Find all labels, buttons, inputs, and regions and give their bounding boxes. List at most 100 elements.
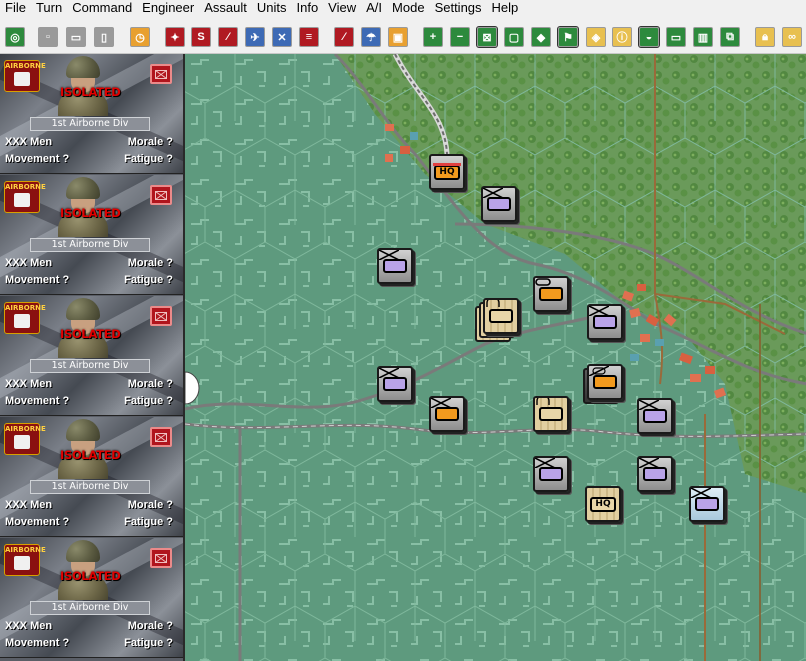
mail-icon[interactable]: [150, 64, 172, 84]
menu-help[interactable]: Help: [487, 0, 524, 16]
menu-engineer[interactable]: Engineer: [137, 0, 199, 16]
division-name: 1st Airborne Div: [30, 359, 150, 373]
menu-turn[interactable]: Turn: [31, 0, 67, 16]
infantry-counter[interactable]: [533, 456, 569, 492]
infantry-counter[interactable]: [637, 456, 673, 492]
battle-map[interactable]: HQ HQ: [183, 54, 806, 661]
monitor-icon[interactable]: ▭: [666, 27, 686, 47]
morale-value: Morale ?: [127, 136, 173, 148]
stacked-units-counter[interactable]: [533, 396, 569, 432]
unit-symbol-icon: [536, 398, 563, 421]
menu-mode[interactable]: Mode: [387, 0, 430, 16]
info-icon[interactable]: ⓘ: [612, 27, 632, 47]
movement-value: Movement ?: [5, 516, 70, 528]
diamond-icon[interactable]: ◆: [531, 27, 551, 47]
movement-value: Movement ?: [5, 637, 70, 649]
open-folder-icon[interactable]: ▭: [66, 27, 86, 47]
men-count: XXX Men: [5, 378, 53, 390]
hq-counter[interactable]: HQ: [585, 486, 621, 522]
isolated-status: ISOLATED: [60, 569, 121, 583]
clock-icon[interactable]: ◷: [130, 27, 150, 47]
recon-counter[interactable]: [587, 364, 623, 400]
fatigue-value: Fatigue ?: [124, 637, 173, 649]
infantry-symbol-icon: [379, 250, 407, 273]
zoom-out-icon[interactable]: −: [450, 27, 470, 47]
armor-symbol-icon: [535, 278, 563, 301]
windows-icon[interactable]: ⧉: [720, 27, 740, 47]
fit-icon[interactable]: ▢: [504, 27, 524, 47]
eye-icon[interactable]: ◈: [586, 27, 606, 47]
unit-card[interactable]: AIRBORNE ISOLATED 1st Airborne Div XXX Men M…: [0, 54, 183, 174]
enemy-infantry-counter[interactable]: [429, 396, 465, 432]
division-name: 1st Airborne Div: [30, 238, 150, 252]
map-icon[interactable]: ▥: [693, 27, 713, 47]
plane-icon[interactable]: ✈: [245, 27, 265, 47]
menu-settings[interactable]: Settings: [430, 0, 487, 16]
attack-icon[interactable]: ✦: [165, 27, 185, 47]
hex-grid-icon[interactable]: ⊠: [476, 26, 498, 48]
strength-icon[interactable]: S: [191, 27, 211, 47]
unit-info-sidebar: AIRBORNE ISOLATED 1st Airborne Div XXX Men M…: [0, 54, 183, 661]
allied-infantry-counter[interactable]: [689, 486, 725, 522]
fire-icon[interactable]: ⁄: [218, 27, 238, 47]
flag-icon[interactable]: ⚑: [557, 26, 579, 48]
infantry-symbol-icon: [691, 488, 719, 511]
men-count: XXX Men: [5, 136, 53, 148]
rail-icon[interactable]: ⁄: [334, 27, 354, 47]
menu-info[interactable]: Info: [291, 0, 323, 16]
fatigue-value: Fatigue ?: [124, 395, 173, 407]
air-strike-icon[interactable]: ✕: [272, 27, 292, 47]
list-icon[interactable]: ≡: [299, 27, 319, 47]
menu-view[interactable]: View: [323, 0, 361, 16]
fatigue-value: Fatigue ?: [124, 153, 173, 165]
mail-icon[interactable]: [150, 548, 172, 568]
infantry-counter[interactable]: [377, 248, 413, 284]
hq-counter[interactable]: HQ: [429, 154, 465, 190]
unit-card[interactable]: AIRBORNE ISOLATED 1st Airborne Div XXX Men M…: [0, 296, 183, 416]
unit-card[interactable]: AIRBORNE ISOLATED 1st Airborne Div XXX Men M…: [0, 175, 183, 295]
hq-counter-label: HQ: [590, 496, 616, 512]
binoculars-icon[interactable]: ∞: [782, 27, 802, 47]
target-icon[interactable]: ◎: [5, 27, 25, 47]
division-name: 1st Airborne Div: [30, 480, 150, 494]
menu-units[interactable]: Units: [252, 0, 292, 16]
infantry-symbol-icon: [431, 398, 459, 421]
parachute-icon[interactable]: ☂: [361, 27, 381, 47]
menu-command[interactable]: Command: [67, 0, 137, 16]
airborne-patch-label: AIRBORNE: [5, 183, 46, 191]
terrain-icon[interactable]: ◒: [638, 26, 660, 48]
zoom-in-icon[interactable]: +: [423, 27, 443, 47]
morale-value: Morale ?: [127, 620, 173, 632]
infantry-counter[interactable]: [377, 366, 413, 402]
infantry-symbol-icon: [379, 368, 407, 391]
infantry-counter[interactable]: [587, 304, 623, 340]
menu-assault[interactable]: Assault: [199, 0, 252, 16]
mail-icon[interactable]: [150, 185, 172, 205]
stacked-units-counter[interactable]: [483, 298, 519, 334]
lock-icon[interactable]: 🔒︎: [755, 27, 775, 47]
armor-counter[interactable]: [533, 276, 569, 312]
airborne-patch-icon: AIRBORNE: [4, 181, 46, 213]
blank-doc-icon[interactable]: ▫: [38, 27, 58, 47]
unit-card[interactable]: AIRBORNE ISOLATED 1st Airborne Div XXX Men M…: [0, 538, 183, 658]
toolbar: ◎ ▫ ▭ ▯ ◷ ✦ S ⁄ ✈ ✕ ≡ ⁄ ☂ ▣ + − ⊠ ▢ ◆ ⚑ …: [0, 16, 806, 54]
morale-value: Morale ?: [127, 378, 173, 390]
supply-icon[interactable]: ▣: [388, 27, 408, 47]
menu-ai[interactable]: A/I: [361, 0, 387, 16]
page-icon[interactable]: ▯: [94, 27, 114, 47]
recon-symbol-icon: [589, 366, 617, 389]
airborne-patch-label: AIRBORNE: [5, 425, 46, 433]
mail-icon[interactable]: [150, 306, 172, 326]
airborne-patch-icon: AIRBORNE: [4, 544, 46, 576]
mail-icon[interactable]: [150, 427, 172, 447]
isolated-status: ISOLATED: [60, 448, 121, 462]
menu-file[interactable]: File: [0, 0, 31, 16]
terrain-layer: [185, 54, 806, 661]
infantry-symbol-icon: [639, 400, 667, 423]
airborne-patch-icon: AIRBORNE: [4, 302, 46, 334]
isolated-status: ISOLATED: [60, 327, 121, 341]
unit-card[interactable]: AIRBORNE ISOLATED 1st Airborne Div XXX Men M…: [0, 417, 183, 537]
infantry-counter[interactable]: [481, 186, 517, 222]
airborne-patch-icon: AIRBORNE: [4, 423, 46, 455]
infantry-counter[interactable]: [637, 398, 673, 434]
